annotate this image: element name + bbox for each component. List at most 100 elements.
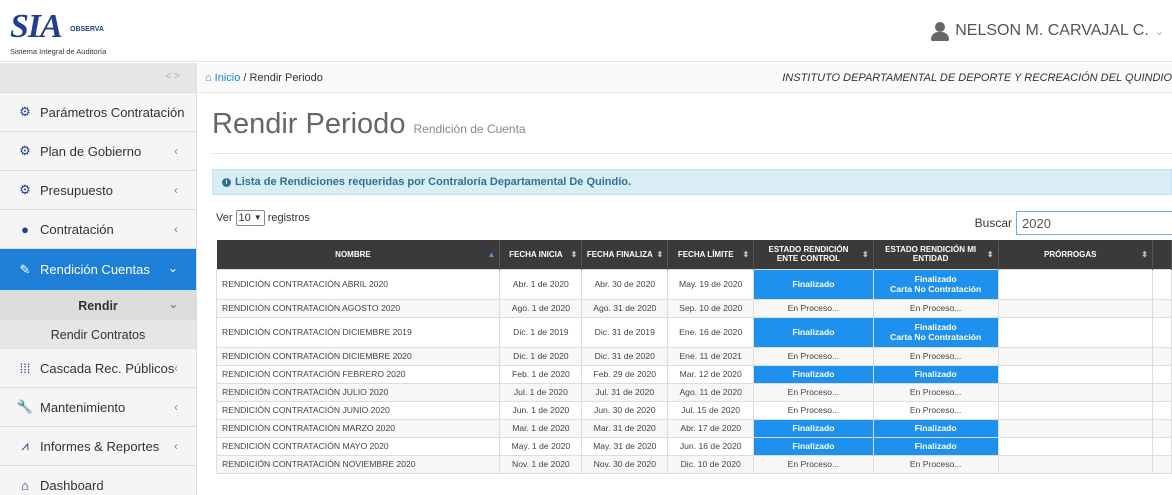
sort-icon: ⬍	[656, 250, 664, 259]
sidebar-item-label: Plan de Gobierno	[40, 143, 142, 159]
user-menu[interactable]: NELSON M. CARVAJAL C. ⌄	[931, 22, 1164, 41]
cell-fecha-finaliza-text: Nov. 30 de 2020	[593, 459, 656, 469]
home-icon: ⌂	[21, 477, 29, 493]
sidebar-item-rendicion-cuentas[interactable]: ✎ Rendición Cuentas ⌄	[0, 249, 196, 291]
cell-extra	[1151, 400, 1172, 420]
table-row[interactable]: RENDICIÓN CONTRATACIÓN JUNIO 2020 Jun. 1 …	[215, 400, 1172, 420]
sort-icon: ⬍	[1141, 250, 1148, 259]
cell-fecha-inicia-text: Ago. 1 de 2020	[511, 303, 571, 313]
gears-icon: ⚙	[19, 182, 31, 197]
page-title-text: Rendir Periodo	[212, 108, 406, 140]
column-header-nombre[interactable]: NOMBRE ▲	[216, 240, 501, 269]
cell-fecha-limite-text: Ago. 11 de 2020	[679, 387, 742, 397]
main-content: ⌂ Inicio / Rendir Periodo INSTITUTO DEPA…	[198, 63, 1172, 495]
home-icon[interactable]: ⌂	[205, 72, 212, 84]
sidebar-item-label: Rendición Cuentas	[40, 262, 150, 277]
cell-fecha-limite-text: Sep. 10 de 2020	[679, 303, 743, 313]
cell-estado-ente: Finalizado	[753, 316, 874, 348]
table-row[interactable]: RENDICIÓN CONTRATACIÓN ABRIL 2020 Abr. 1 …	[215, 268, 1172, 300]
cell-estado-ente-text: En Proceso...	[787, 459, 840, 469]
cell-estado-entidad-text: Finalizado	[914, 322, 957, 332]
page-length-select[interactable]: 10 ▼	[235, 210, 265, 226]
table-body: RENDICIÓN CONTRATACIÓN ABRIL 2020 Abr. 1 …	[215, 268, 1172, 474]
sidebar-item-informes[interactable]: ⩘ Informes & Reportes ‹	[0, 427, 196, 466]
cell-estado-entidad: En Proceso...	[872, 400, 999, 420]
table-row[interactable]: RENDICIÓN CONTRATACIÓN MAYO 2020 May. 1 d…	[215, 436, 1172, 456]
column-header-fecha-limite[interactable]: FECHA LÍMITE ⬍	[667, 240, 755, 269]
sidebar-item-mantenimiento[interactable]: 🔧 Mantenimiento ‹	[0, 388, 196, 427]
cell-prorrogas	[997, 400, 1153, 420]
wrench-icon: 🔧	[16, 399, 34, 414]
cell-estado-entidad: Finalizado	[872, 364, 999, 384]
cell-extra	[1151, 418, 1172, 438]
cell-nombre: RENDICIÓN CONTRATACIÓN JULIO 2020	[215, 382, 501, 402]
cell-estado-ente: Finalizado	[753, 268, 874, 300]
cell-extra	[1151, 346, 1172, 366]
sort-asc-icon: ▲	[487, 250, 496, 259]
cell-nombre-text: RENDICIÓN CONTRATACIÓN ABRIL 2020	[222, 279, 389, 289]
table-row[interactable]: RENDICIÓN CONTRATACIÓN AGOSTO 2020 Ago. 1…	[215, 298, 1172, 318]
cell-estado-entidad: En Proceso...	[872, 346, 999, 366]
cell-fecha-inicia: Abr. 1 de 2020	[499, 268, 583, 300]
cell-extra	[1151, 454, 1172, 474]
cell-fecha-inicia-text: Mar. 1 de 2020	[512, 423, 570, 433]
sort-icon: ⬍	[862, 250, 869, 259]
cell-fecha-limite-text: Ene. 11 de 2021	[679, 351, 742, 361]
sidebar-toggle[interactable]: < >	[0, 63, 196, 93]
cell-estado-entidad-text: En Proceso...	[909, 351, 962, 361]
cell-estado-ente: Finalizado	[753, 436, 874, 456]
cell-fecha-finaliza: Jul. 31 de 2020	[581, 382, 669, 402]
chevron-left-icon: ‹	[174, 183, 178, 197]
sidebar-item-label: Informes & Reportes	[40, 438, 160, 454]
rendiciones-table: NOMBRE ▲ FECHA INICIA ⬍ FECHA FINALIZA ⬍ FE…	[215, 240, 1172, 474]
cell-fecha-finaliza-text: Dic. 31 de 2020	[594, 351, 655, 361]
column-header-prorrogas[interactable]: PRÓRROGAS ⬍	[998, 240, 1153, 269]
sidebar-subitem-rendir[interactable]: Rendir ⌄	[0, 291, 196, 320]
table-row[interactable]: RENDICIÓN CONTRATACIÓN MARZO 2020 Mar. 1 …	[215, 418, 1172, 438]
sidebar-item-parametros-contratacion[interactable]: ⚙ Parámetros Contratación	[0, 93, 196, 132]
search-input[interactable]: 2020	[1016, 211, 1172, 235]
cell-estado-ente-text: Finalizado	[792, 423, 835, 433]
cell-estado-ente-text: Finalizado	[792, 327, 835, 337]
breadcrumb-home-link[interactable]: Inicio	[215, 72, 241, 84]
cell-fecha-inicia-text: Jun. 1 de 2020	[512, 405, 570, 415]
table-row[interactable]: RENDICIÓN CONTRATACIÓN NOVIEMBRE 2020 Nov…	[215, 454, 1172, 474]
cell-estado-entidad: Finalizado	[872, 436, 999, 456]
table-row[interactable]: RENDICIÓN CONTRATACIÓN DICIEMBRE 2020 Dic…	[215, 346, 1172, 366]
sidebar-subitem-label: Rendir	[78, 298, 118, 313]
cell-estado-ente: En Proceso...	[753, 400, 874, 420]
sidebar-item-presupuesto[interactable]: ⚙ Presupuesto ‹	[0, 171, 196, 210]
cell-nombre: RENDICIÓN CONTRATACIÓN AGOSTO 2020	[215, 298, 501, 318]
cell-prorrogas	[997, 298, 1153, 318]
sidebar-item-contratacion[interactable]: ● Contratación ‹	[0, 210, 196, 249]
sidebar-item-dashboard[interactable]: ⌂ Dashboard	[0, 466, 196, 495]
cell-nombre: RENDICIÓN CONTRATACIÓN MARZO 2020	[215, 418, 501, 438]
column-header-fecha-inicia[interactable]: FECHA INICIA ⬍	[499, 240, 583, 269]
sia-logo[interactable]: SIA OBSERVA Sistema Integral de Auditorí…	[10, 8, 120, 56]
chevron-left-icon: ‹	[174, 400, 178, 414]
length-label: Ver	[216, 212, 233, 224]
sidebar-item-plan-gobierno[interactable]: ⚙ Plan de Gobierno ‹	[0, 132, 196, 171]
table-row[interactable]: RENDICIÓN CONTRATACIÓN JULIO 2020 Jul. 1 …	[215, 382, 1172, 402]
sidebar-subitem-rendir-contratos[interactable]: Rendir Contratos	[0, 320, 196, 349]
cell-fecha-limite: Jun. 16 de 2020	[667, 436, 755, 456]
column-header-estado-entidad[interactable]: ESTADO RENDICIÓN MI ENTIDAD ⬍	[873, 240, 999, 269]
sidebar-item-cascada[interactable]: ⁞⁞⁞ Cascada Rec. Públicos ‹	[0, 349, 196, 388]
sidebar-toggle-icon: < >	[165, 71, 180, 82]
cell-extra	[1151, 436, 1172, 456]
table-row[interactable]: RENDICIÓN CONTRATACIÓN DICIEMBRE 2019 Dic…	[215, 316, 1172, 348]
cell-extra	[1151, 382, 1172, 402]
table-row[interactable]: RENDICIÓN CONTRATACIÓN FEBRERO 2020 Feb. …	[215, 364, 1172, 384]
cell-nombre-text: RENDICIÓN CONTRATACIÓN AGOSTO 2020	[222, 303, 401, 313]
sort-icon: ⬍	[570, 250, 578, 259]
cell-estado-entidad-text: Finalizado	[914, 441, 957, 451]
divider	[212, 153, 1172, 154]
cell-nombre-text: RENDICIÓN CONTRATACIÓN JULIO 2020	[222, 387, 389, 397]
page-subtitle: Rendición de Cuenta	[413, 122, 526, 136]
column-header-fecha-finaliza[interactable]: FECHA FINALIZA ⬍	[581, 240, 669, 269]
column-header-estado-ente[interactable]: ESTADO RENDICIÓN ENTE CONTROL ⬍	[753, 240, 874, 269]
cell-estado-entidad-text: Finalizado	[914, 423, 957, 433]
cell-fecha-inicia: Nov. 1 de 2020	[499, 454, 583, 474]
sidebar-item-label: Contratación	[40, 221, 114, 237]
sidebar-item-label: Mantenimiento	[40, 399, 126, 415]
